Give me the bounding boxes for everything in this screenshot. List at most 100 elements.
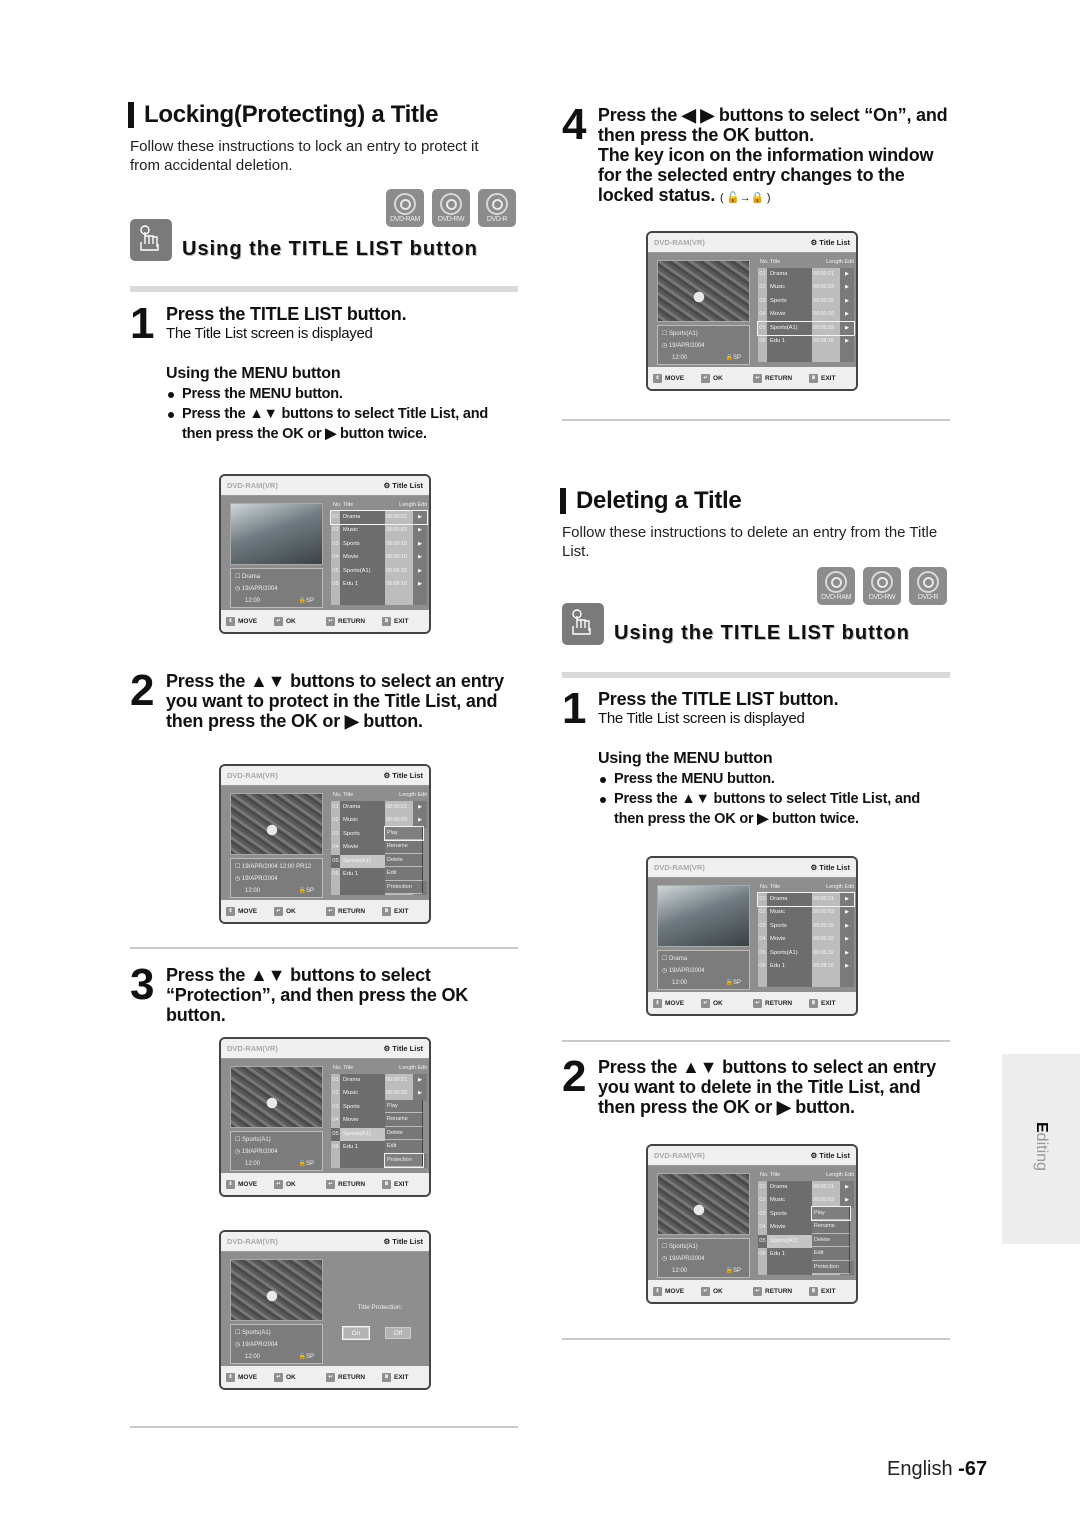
title-list-screen-4: DVD-RAM(VR) ⚙ Title List ☐ Sports(A1) ◷ … [219, 1230, 431, 1390]
device-label: DVD-RAM(VR) [654, 1151, 705, 1160]
info-time: 12:00 [245, 598, 261, 604]
popup-item-play[interactable]: Play [384, 825, 424, 842]
popup-item-delete[interactable]: Delete [385, 1126, 423, 1141]
title-row[interactable]: 05 Sports(A1) 00:06:32 ▶ [757, 320, 855, 336]
title-row[interactable]: 01 Drama 00:00:21 ▶ [331, 1074, 427, 1088]
title-row[interactable]: 05 Sports(A1) 00:06:32 ▶ [331, 564, 427, 578]
info-window: ☐ 19/APR/2004 12:00 PR12 ◷ 19/APR/2004 1… [230, 858, 323, 898]
edit-arrow-icon[interactable]: ▶ [413, 1087, 427, 1101]
row-number: 06 [758, 334, 767, 349]
title-row[interactable]: 04 Movie 00:00:16 ▶ [758, 308, 854, 322]
exit-hint: Ⅲ EXIT [382, 1372, 408, 1382]
popup-item-delete[interactable]: Delete [385, 853, 423, 868]
title-row[interactable]: 02 Music 00:00:03 ▶ [331, 524, 427, 538]
title-row[interactable]: 01 Drama 00:00:21 ▶ [331, 801, 427, 815]
title-row[interactable]: 01 Drama 00:00:21 ▶ [758, 1181, 854, 1195]
side-tab-label: Editing [1033, 1122, 1050, 1171]
edit-arrow-icon[interactable]: ▶ [413, 801, 427, 815]
popup-item-rename[interactable]: Rename [385, 1113, 423, 1127]
edit-arrow-icon[interactable]: ▶ [840, 946, 854, 960]
edit-arrow-icon[interactable]: ▶ [413, 577, 427, 592]
title-list-screen-2: DVD-RAM(VR) ⚙ Title List ☐ 19/APR/2004 1… [219, 764, 431, 924]
title-row[interactable]: 06 Edu 1 00:08:16 ▶ [758, 334, 854, 349]
thumbnail-preview [230, 1259, 323, 1321]
edit-arrow-icon[interactable]: ▶ [840, 268, 854, 282]
popup-item-rename[interactable]: Rename [812, 1220, 850, 1234]
edit-arrow-icon[interactable]: ▶ [413, 1074, 427, 1088]
edit-popup-menu: Play Rename Delete Edit Protection [384, 825, 424, 894]
title-row[interactable]: 01 Drama 00:00:21 ▶ [757, 891, 855, 908]
title-row[interactable]: 02 Music 00:00:03 ▶ [331, 1087, 427, 1101]
info-time: 12:00 [672, 1268, 688, 1274]
row-length: 00:00:21 [385, 801, 413, 815]
popup-item-edit[interactable]: Edit [385, 867, 423, 881]
info-mode: 🔒SP [725, 355, 741, 361]
edit-arrow-icon[interactable]: ▶ [840, 1181, 854, 1195]
edit-arrow-icon[interactable]: ▶ [840, 281, 854, 295]
popup-item-protection[interactable]: Protection [812, 1260, 850, 1274]
edit-arrow-icon[interactable]: ▶ [840, 321, 854, 335]
title-row[interactable]: 02 Music 00:00:03 ▶ [758, 1194, 854, 1208]
row-title: Sports [767, 294, 812, 309]
edit-arrow-icon[interactable]: ▶ [840, 308, 854, 322]
title-row[interactable]: 06 Edu 1 00:08:16 ▶ [758, 959, 854, 974]
title-row[interactable]: 05 Sports(A1) 00:06:32 ▶ [758, 946, 854, 960]
protection-off-button[interactable]: Off [385, 1327, 411, 1339]
popup-item-protection[interactable]: Protection [385, 880, 423, 894]
row-length: 00:00:21 [812, 893, 840, 907]
title-row[interactable]: 06 Edu 1 00:08:16 ▶ [331, 577, 427, 592]
title-row[interactable]: 04 Movie 00:00:16 ▶ [758, 933, 854, 947]
bullet-item: Press the ▲▼ buttons to select Title Lis… [598, 789, 938, 829]
edit-arrow-icon[interactable]: ▶ [840, 959, 854, 974]
edit-arrow-icon[interactable]: ▶ [840, 933, 854, 947]
edit-arrow-icon[interactable]: ▶ [840, 893, 854, 907]
row-number: 06 [331, 1140, 340, 1155]
osd-footer: ⇕ MOVE ↵ OK ↩ RETURN Ⅲ EXIT [221, 1173, 429, 1195]
popup-item-play[interactable]: Play [385, 1100, 423, 1114]
edit-arrow-icon[interactable]: ▶ [413, 814, 427, 828]
popup-item-rename[interactable]: Rename [385, 840, 423, 854]
popup-item-protection[interactable]: Protection [384, 1152, 424, 1168]
row-number: 03 [758, 919, 767, 934]
edit-arrow-icon[interactable]: ▶ [840, 919, 854, 934]
deleting-disc-icons: DVD-RAM DVD-RW DVD-R [817, 567, 947, 605]
row-length: 00:00:16 [812, 933, 840, 947]
row-number: 05 [331, 1127, 340, 1141]
row-title: Movie [767, 308, 812, 322]
info-title: ☐ Sports(A1) [662, 1244, 698, 1250]
title-row[interactable]: 01 Drama 00:00:21 ▶ [330, 509, 428, 526]
row-number: 03 [758, 1207, 767, 1222]
row-title: Sports [340, 827, 385, 842]
step-title: Press the TITLE LIST button. [166, 304, 407, 324]
title-row[interactable]: 03 Sports 00:00:15 ▶ [331, 537, 427, 552]
locking-step-1: 1 Press the TITLE LIST button. The Title… [130, 302, 520, 444]
row-title: Sports(A1) [340, 1127, 385, 1141]
edit-arrow-icon[interactable]: ▶ [413, 564, 427, 578]
edit-arrow-icon[interactable]: ▶ [413, 551, 427, 565]
step-number: 2 [562, 1052, 586, 1101]
edit-arrow-icon[interactable]: ▶ [840, 1194, 854, 1208]
protection-on-button[interactable]: On [342, 1326, 370, 1340]
popup-item-edit[interactable]: Edit [812, 1247, 850, 1261]
title-row[interactable]: 03 Sports 00:00:15 ▶ [758, 294, 854, 309]
popup-item-edit[interactable]: Edit [385, 1140, 423, 1154]
edit-arrow-icon[interactable]: ▶ [840, 906, 854, 920]
row-number: 02 [758, 1194, 767, 1208]
title-row[interactable]: 03 Sports 00:00:15 ▶ [758, 919, 854, 934]
edit-arrow-icon[interactable]: ▶ [413, 511, 427, 525]
edit-arrow-icon[interactable]: ▶ [840, 294, 854, 309]
edit-arrow-icon[interactable]: ▶ [840, 334, 854, 349]
title-row[interactable]: 02 Music 00:00:03 ▶ [758, 906, 854, 920]
title-row[interactable]: 01 Drama 00:00:21 ▶ [758, 268, 854, 282]
popup-item-play[interactable]: Play [811, 1205, 851, 1222]
title-row[interactable]: 02 Music 00:00:03 ▶ [758, 281, 854, 295]
title-row[interactable]: 04 Movie 00:00:16 ▶ [331, 551, 427, 565]
edit-arrow-icon[interactable]: ▶ [413, 524, 427, 538]
device-label: DVD-RAM(VR) [654, 863, 705, 872]
row-number: 04 [758, 933, 767, 947]
edit-arrow-icon[interactable]: ▶ [413, 537, 427, 552]
title-row[interactable]: 02 Music 00:00:03 ▶ [331, 814, 427, 828]
popup-item-delete[interactable]: Delete [812, 1233, 850, 1248]
step-text: Press the ◀ ▶ buttons to select “On”, an… [597, 105, 948, 145]
footer-language: English [887, 1458, 959, 1480]
